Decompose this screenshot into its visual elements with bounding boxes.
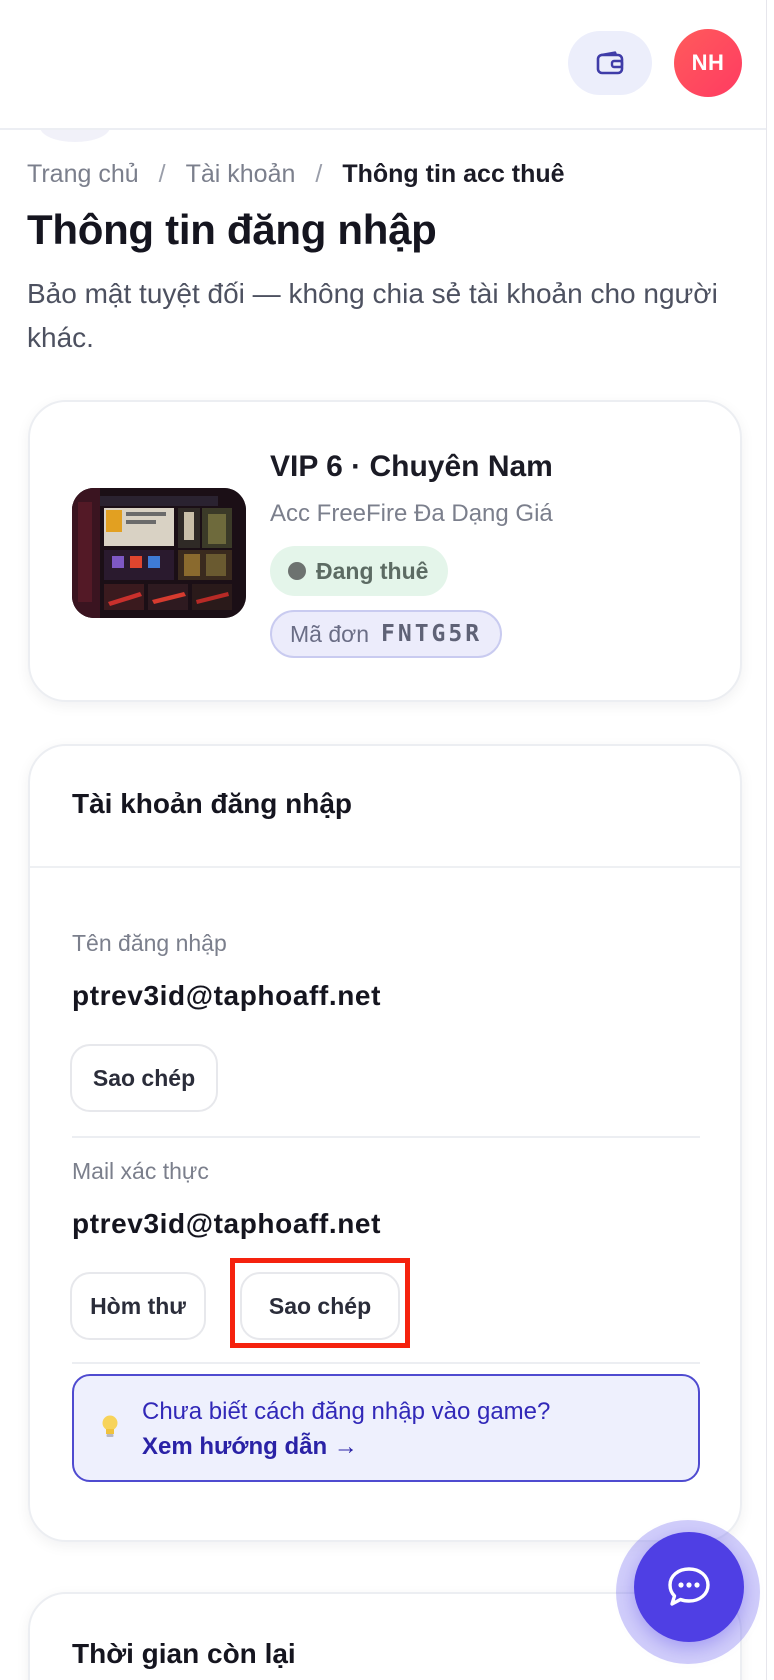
lightbulb-icon bbox=[100, 1414, 120, 1446]
inbox-label: Hòm thư bbox=[90, 1292, 186, 1319]
copy-mail-button[interactable]: Sao chép bbox=[240, 1272, 400, 1340]
username-value: ptrev3id@taphoaff.net bbox=[72, 980, 382, 1011]
login-section-title: Tài khoản đăng nhập bbox=[72, 788, 353, 819]
product-title: VIP 6 · Chuyên Nam bbox=[270, 450, 553, 483]
product-category: Acc FreeFire Đa Dạng Giá bbox=[270, 500, 553, 527]
copy-username-label: Sao chép bbox=[92, 1064, 196, 1091]
top-bar: NH bbox=[0, 0, 766, 130]
breadcrumb-account[interactable]: Tài khoản bbox=[186, 160, 296, 189]
order-code: FNTG5R bbox=[381, 621, 483, 647]
time-section-title: Thời gian còn lại bbox=[72, 1638, 296, 1669]
page-title: Thông tin đăng nhập bbox=[27, 206, 437, 253]
product-thumbnail[interactable] bbox=[72, 488, 246, 618]
breadcrumb-home[interactable]: Trang chủ bbox=[27, 160, 139, 189]
breadcrumb: Trang chủ / Tài khoản / Thông tin acc th… bbox=[27, 160, 565, 189]
mail-value: ptrev3id@taphoaff.net bbox=[72, 1208, 382, 1239]
section-divider bbox=[30, 866, 740, 868]
field-divider bbox=[72, 1362, 700, 1364]
chat-bubble-icon bbox=[668, 1567, 710, 1606]
app-page: NH Trang chủ / Tài khoản / Thông tin acc… bbox=[0, 0, 774, 1680]
copy-mail-label: Sao chép bbox=[268, 1292, 372, 1319]
page-subtitle: Bảo mật tuyệt đối — không chia sẻ tài kh… bbox=[27, 278, 718, 353]
wallet-icon bbox=[596, 51, 624, 75]
breadcrumb-separator: / bbox=[158, 160, 166, 188]
breadcrumb-current: Thông tin acc thuê bbox=[342, 160, 565, 188]
game-screenshot-image bbox=[72, 488, 246, 618]
avatar-initials: NH bbox=[691, 50, 725, 75]
hint-text-block: Chưa biết cách đăng nhập vào game? Xem h… bbox=[142, 1394, 550, 1464]
chat-button[interactable] bbox=[634, 1532, 744, 1642]
breadcrumb-separator: / bbox=[315, 160, 323, 188]
wallet-button[interactable] bbox=[568, 31, 652, 95]
guide-link[interactable]: Xem hướng dẫn → bbox=[142, 1429, 550, 1464]
username-label: Tên đăng nhập bbox=[72, 930, 227, 956]
viewport-edge bbox=[766, 0, 774, 1680]
mail-label: Mail xác thực bbox=[72, 1158, 209, 1184]
avatar[interactable]: NH bbox=[674, 29, 742, 97]
status-badge: Đang thuê bbox=[270, 546, 449, 596]
login-card: Tài khoản đăng nhập Tên đăng nhập ptrev3… bbox=[28, 744, 742, 1542]
login-guide-hint[interactable]: Chưa biết cách đăng nhập vào game? Xem h… bbox=[72, 1374, 700, 1482]
status-label: Đang thuê bbox=[316, 557, 429, 584]
order-code-badge[interactable]: Mã đơn FNTG5R bbox=[270, 610, 503, 658]
field-divider bbox=[72, 1136, 700, 1138]
copy-username-button[interactable]: Sao chép bbox=[70, 1044, 218, 1112]
status-dot-icon bbox=[288, 562, 306, 580]
inbox-button[interactable]: Hòm thư bbox=[70, 1272, 206, 1340]
order-label: Mã đơn bbox=[290, 620, 370, 647]
hint-question: Chưa biết cách đăng nhập vào game? bbox=[142, 1398, 551, 1425]
product-card: VIP 6 · Chuyên Nam Acc FreeFire Đa Dạng … bbox=[28, 400, 742, 702]
